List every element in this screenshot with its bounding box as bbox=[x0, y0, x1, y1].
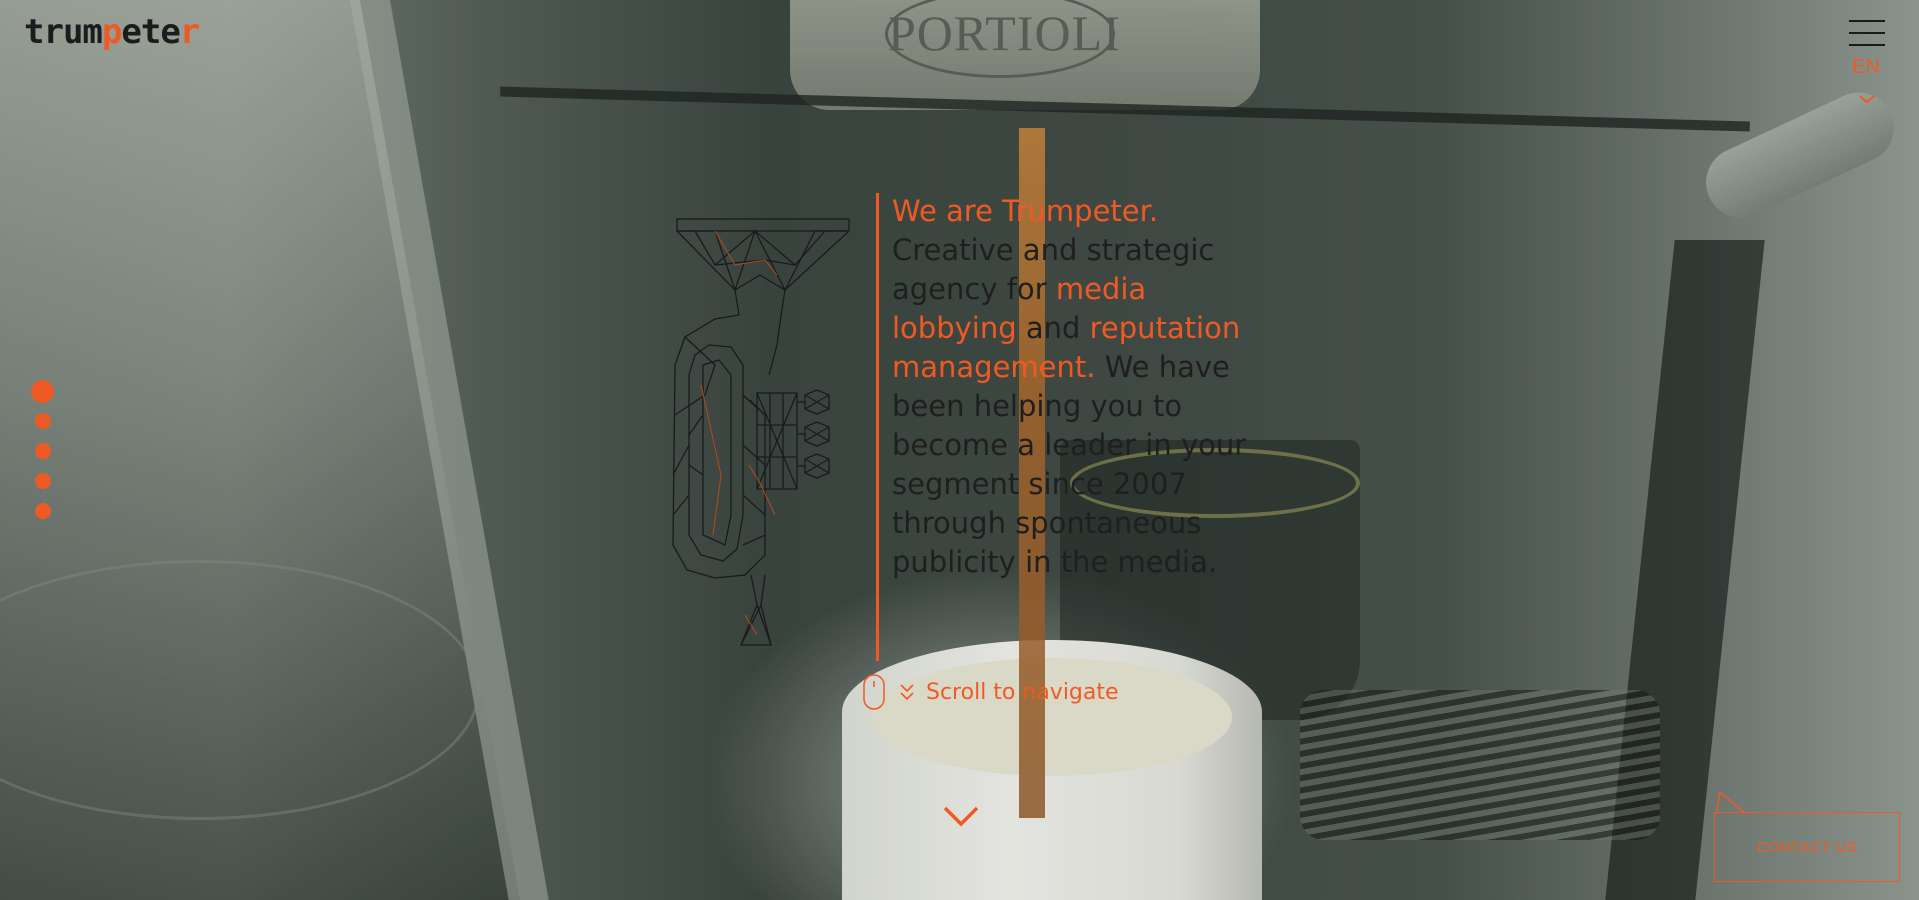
section-dot-2[interactable] bbox=[35, 413, 51, 429]
section-dot-5[interactable] bbox=[35, 503, 51, 519]
section-dot-3[interactable] bbox=[35, 443, 51, 459]
intro-text: We are Trumpeter. Creative and strategic… bbox=[892, 192, 1252, 582]
section-dot-1[interactable] bbox=[31, 380, 54, 403]
contact-us-button[interactable]: CONTACT US bbox=[1714, 812, 1900, 882]
chevron-double-down-icon bbox=[900, 684, 914, 701]
scroll-hint: Scroll to navigate bbox=[862, 672, 1119, 712]
language-selector[interactable]: EN bbox=[1852, 56, 1880, 79]
intro-headline: We are Trumpeter. bbox=[892, 194, 1159, 228]
intro-text-part: We have been helping you to become a lea… bbox=[892, 350, 1247, 579]
trumpet-illustration bbox=[672, 218, 850, 646]
intro-text-part: Creative and strategic agency for bbox=[892, 233, 1215, 306]
intro-divider bbox=[876, 193, 879, 661]
contact-us-label: CONTACT US bbox=[1756, 838, 1858, 856]
logo-text-4: r bbox=[179, 12, 201, 52]
logo-text-2: p bbox=[101, 12, 123, 52]
contact-tab-shape bbox=[1716, 792, 1747, 814]
logo-text-1: trum bbox=[24, 12, 103, 52]
menu-line bbox=[1849, 44, 1885, 46]
logo[interactable]: trumpeter bbox=[24, 12, 201, 52]
menu-line bbox=[1849, 32, 1885, 34]
hamburger-menu-icon[interactable] bbox=[1849, 20, 1885, 46]
logo-text-3: ete bbox=[121, 12, 180, 52]
chevron-down-icon[interactable] bbox=[1858, 94, 1876, 104]
section-dot-4[interactable] bbox=[35, 473, 51, 489]
chevron-down-icon[interactable] bbox=[942, 805, 980, 829]
menu-line bbox=[1849, 20, 1885, 22]
mouse-icon bbox=[863, 674, 885, 710]
intro-text-part: and bbox=[1016, 311, 1090, 345]
scroll-hint-label: Scroll to navigate bbox=[926, 679, 1119, 705]
